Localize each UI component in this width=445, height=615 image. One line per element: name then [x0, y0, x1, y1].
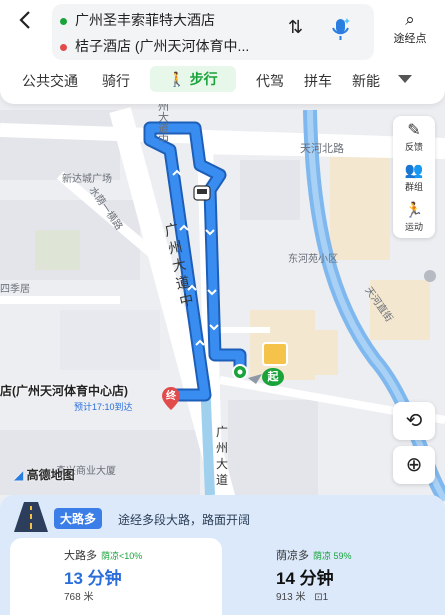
route-header: 广州圣丰索菲特大酒店 桔子酒店 (广州天河体育中... ⇅ ⌕ 途经点 公共交通…: [0, 0, 445, 104]
feedback-label: 反馈: [404, 142, 423, 152]
option-duration: 14 分钟: [276, 569, 334, 588]
destination-row[interactable]: 桔子酒店 (广州天河体育中...: [60, 36, 249, 56]
amap-logo: ◢ 高德地图: [14, 466, 75, 483]
search-icon: ⌕: [405, 10, 415, 29]
map-label-avenue-top: 州 大 道 中: [158, 101, 169, 146]
locate-button[interactable]: ⊕: [393, 446, 435, 484]
destination-dot-icon: [60, 43, 67, 51]
group-label: 群组: [404, 182, 423, 192]
route-options: 大路多 荫凉<10% 13 分钟 768 米 荫凉多 荫凉 59% 14 分钟 91…: [10, 538, 435, 615]
run-icon: 🏃: [404, 202, 424, 219]
traffic-light-count: 1: [322, 592, 329, 603]
via-point-label: 途经点: [393, 33, 427, 45]
option-distance: 768 米: [64, 592, 94, 603]
tab-transit[interactable]: 公共交通: [22, 71, 78, 91]
group-tool[interactable]: 👥 群组: [393, 162, 435, 193]
start-label: 起: [262, 368, 284, 386]
sport-label: 运动: [404, 222, 423, 232]
walk-icon: 🚶: [168, 71, 186, 87]
option-title: 大路多 荫凉<10%: [64, 550, 143, 562]
tab-bike[interactable]: 骑行: [102, 71, 130, 91]
pen-icon: ✎: [407, 122, 421, 139]
tab-chauffeur[interactable]: 代驾: [256, 71, 284, 91]
sport-tool[interactable]: 🏃 运动: [393, 202, 435, 233]
via-point-button[interactable]: ⌕ 途经点: [386, 10, 434, 46]
destination-name[interactable]: 店(广州天河体育中心店): [0, 382, 128, 399]
route-tag: 大路多: [54, 508, 103, 529]
tab-walk[interactable]: 🚶 步行: [150, 66, 236, 92]
road-icon: [14, 502, 48, 532]
back-icon[interactable]: [14, 8, 38, 32]
option-duration: 13 分钟: [64, 569, 122, 588]
map-label-dongjie: 东河苑小区: [288, 254, 338, 265]
refresh-icon: ⟲: [405, 410, 423, 432]
route-option-2[interactable]: 荫凉多 荫凉 59% 14 分钟 913 米 ⊡1: [222, 538, 435, 615]
destination-eta: 预计17:10到达: [74, 402, 133, 412]
shade-ratio: 荫凉 59%: [313, 551, 352, 561]
logo-text: 高德地图: [26, 468, 75, 482]
map-label-tianhe-north: 天河北路: [300, 143, 344, 155]
group-icon: 👥: [404, 162, 424, 179]
shade-ratio: 荫凉<10%: [101, 551, 143, 561]
swap-icon[interactable]: ⇅: [288, 17, 303, 38]
chevron-down-icon[interactable]: [398, 75, 412, 83]
route-description: 途经多段大路，路面开阔: [118, 513, 251, 527]
refresh-button[interactable]: ⟲: [393, 402, 435, 440]
tab-carpool[interactable]: 拼车: [304, 71, 332, 91]
map-label-siji: 四季居: [0, 284, 30, 295]
traffic-light-icon: ⊡: [314, 592, 323, 603]
option-distance-and-lights: 913 米 ⊡1: [276, 588, 328, 603]
origin-dot-icon: [60, 17, 67, 25]
address-box: 广州圣丰索菲特大酒店 桔子酒店 (广州天河体育中...: [52, 4, 374, 60]
map-tool-panel: ✎ 反馈 👥 群组 🏃 运动: [393, 116, 435, 238]
logo-icon: ◢: [14, 468, 24, 482]
locate-icon: ⊕: [405, 454, 423, 476]
map-label-avenue-bottom: 广 州 大 道: [216, 425, 229, 487]
start-poi-icon: [262, 342, 288, 366]
route-option-1[interactable]: 大路多 荫凉<10% 13 分钟 768 米: [10, 538, 222, 615]
tab-walk-label: 步行: [189, 71, 218, 87]
start-badge[interactable]: 起: [262, 342, 288, 386]
origin-row[interactable]: 广州圣丰索菲特大酒店: [60, 10, 215, 30]
origin-text: 广州圣丰索菲特大酒店: [75, 12, 215, 28]
destination-text: 桔子酒店 (广州天河体育中...: [75, 38, 250, 54]
tab-new-energy[interactable]: 新能: [352, 71, 380, 91]
feedback-tool[interactable]: ✎ 反馈: [393, 122, 435, 153]
travel-mode-bar: 公共交通 骑行 🚶 步行 代驾 拼车 新能: [0, 66, 445, 92]
option-distance: 913 米: [276, 592, 306, 603]
end-marker-label[interactable]: 终: [163, 387, 179, 402]
option-title: 荫凉多 荫凉 59%: [276, 550, 352, 562]
voice-assistant-icon[interactable]: [330, 16, 352, 47]
map-label-xindaxing: 新达城广场: [62, 174, 112, 185]
